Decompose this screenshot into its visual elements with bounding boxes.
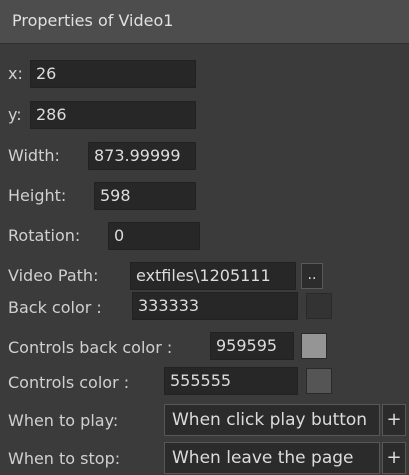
controls-back-color-swatch[interactable] [301, 333, 327, 359]
rotation-label: Rotation: [8, 226, 81, 245]
height-label: Height: [8, 186, 67, 205]
controls-color-input[interactable]: 555555 [164, 367, 298, 395]
when-to-play-add-button[interactable]: + [382, 404, 406, 436]
panel-title: Properties of Video1 [12, 11, 174, 30]
controls-color-label: Controls color : [8, 373, 130, 392]
back-color-swatch[interactable] [306, 293, 332, 319]
y-input[interactable]: 286 [30, 101, 196, 129]
controls-back-color-label: Controls back color : [8, 338, 173, 357]
controls-color-swatch[interactable] [306, 368, 332, 394]
when-to-stop-select[interactable]: When leave the page [164, 442, 380, 474]
when-to-play-label: When to play: [8, 411, 119, 430]
x-label: x: [8, 64, 23, 83]
video-path-label: Video Path: [8, 266, 99, 285]
browse-button[interactable]: .. [301, 263, 323, 289]
title-bar: Properties of Video1 [0, 0, 409, 44]
when-to-stop-add-button[interactable]: + [382, 442, 406, 474]
controls-back-color-input[interactable]: 959595 [210, 332, 294, 360]
y-label: y: [8, 105, 22, 124]
rotation-input[interactable]: 0 [108, 222, 200, 250]
x-input[interactable]: 26 [30, 60, 196, 88]
width-label: Width: [8, 146, 60, 165]
width-input[interactable]: 873.99999 [88, 142, 196, 170]
properties-panel: Properties of Video1 x: 26 y: 286 Width:… [0, 0, 409, 475]
when-to-play-select[interactable]: When click play button [164, 404, 380, 436]
back-color-label: Back color : [8, 298, 102, 317]
back-color-input[interactable]: 333333 [132, 292, 298, 320]
when-to-stop-label: When to stop: [8, 449, 121, 468]
video-path-input[interactable]: extfiles\1205111 [130, 262, 296, 290]
height-input[interactable]: 598 [94, 182, 196, 210]
